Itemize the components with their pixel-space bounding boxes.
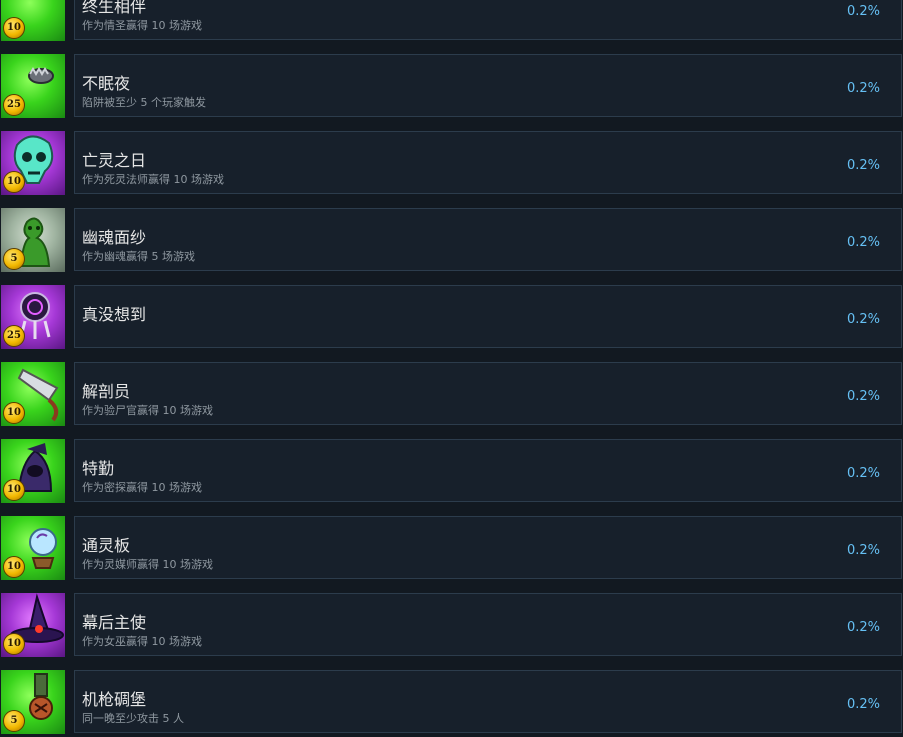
achievement-row[interactable]: 25 不眠夜 陷阱被至少 5 个玩家触发 0.2% xyxy=(0,54,903,118)
points-badge: 5 xyxy=(3,710,25,732)
achievement-description: 作为死灵法师赢得 10 场游戏 xyxy=(82,173,224,186)
unlock-percent: 0.2% xyxy=(846,81,880,96)
achievement-row[interactable]: 10 特勤 作为密探赢得 10 场游戏 0.2% xyxy=(0,439,903,503)
points-badge: 10 xyxy=(3,17,25,39)
achievement-row[interactable]: 5 机枪碉堡 同一晚至少攻击 5 人 0.2% xyxy=(0,670,903,734)
unlock-percent: 0.2% xyxy=(846,235,880,250)
achievement-card: 终生相伴 作为情圣赢得 10 场游戏 0.2% xyxy=(74,0,902,40)
unlock-percent: 0.2% xyxy=(846,4,880,19)
points-badge: 10 xyxy=(3,402,25,424)
achievement-card: 不眠夜 陷阱被至少 5 个玩家触发 0.2% xyxy=(74,54,902,117)
points-badge: 25 xyxy=(3,325,25,347)
achievement-icon: 10 xyxy=(1,439,65,503)
achievement-row[interactable]: 10 亡灵之日 作为死灵法师赢得 10 场游戏 0.2% xyxy=(0,131,903,195)
achievement-icon: 5 xyxy=(1,670,65,734)
achievement-description: 作为验尸官赢得 10 场游戏 xyxy=(82,404,213,417)
achievement-card: 通灵板 作为灵媒师赢得 10 场游戏 0.2% xyxy=(74,516,902,579)
points-badge: 10 xyxy=(3,479,25,501)
unlock-percent: 0.2% xyxy=(846,697,880,712)
achievement-card: 真没想到 0.2% xyxy=(74,285,902,348)
achievement-description: 作为情圣赢得 10 场游戏 xyxy=(82,19,202,32)
points-badge: 10 xyxy=(3,556,25,578)
achievement-row[interactable]: 10 终生相伴 作为情圣赢得 10 场游戏 0.2% xyxy=(0,0,903,41)
achievement-description: 同一晚至少攻击 5 人 xyxy=(82,712,184,725)
unlock-percent: 0.2% xyxy=(846,158,880,173)
achievement-icon: 25 xyxy=(1,285,65,349)
unlock-percent: 0.2% xyxy=(846,312,880,327)
points-badge: 10 xyxy=(3,633,25,655)
achievement-title: 真没想到 xyxy=(82,305,147,324)
achievement-description: 作为密探赢得 10 场游戏 xyxy=(82,481,202,494)
unlock-percent: 0.2% xyxy=(846,543,880,558)
achievement-card: 解剖员 作为验尸官赢得 10 场游戏 0.2% xyxy=(74,362,902,425)
achievement-card: 幕后主使 作为女巫赢得 10 场游戏 0.2% xyxy=(74,593,902,656)
achievement-description: 作为灵媒师赢得 10 场游戏 xyxy=(82,558,213,571)
achievement-title: 机枪碉堡 xyxy=(82,690,147,709)
achievement-row[interactable]: 10 解剖员 作为验尸官赢得 10 场游戏 0.2% xyxy=(0,362,903,426)
achievement-card: 特勤 作为密探赢得 10 场游戏 0.2% xyxy=(74,439,902,502)
achievement-list: 10 终生相伴 作为情圣赢得 10 场游戏 0.2% 25 不眠夜 陷阱被至少 … xyxy=(0,0,903,737)
unlock-percent: 0.2% xyxy=(846,466,880,481)
achievement-title: 解剖员 xyxy=(82,382,131,401)
achievement-title: 通灵板 xyxy=(82,536,131,555)
achievement-card: 亡灵之日 作为死灵法师赢得 10 场游戏 0.2% xyxy=(74,131,902,194)
achievement-description: 作为女巫赢得 10 场游戏 xyxy=(82,635,202,648)
unlock-percent: 0.2% xyxy=(846,389,880,404)
unlock-percent: 0.2% xyxy=(846,620,880,635)
achievement-title: 特勤 xyxy=(82,459,115,478)
achievement-card: 幽魂面纱 作为幽魂赢得 5 场游戏 0.2% xyxy=(74,208,902,271)
achievement-row[interactable]: 5 幽魂面纱 作为幽魂赢得 5 场游戏 0.2% xyxy=(0,208,903,272)
points-badge: 5 xyxy=(3,248,25,270)
achievement-row[interactable]: 10 通灵板 作为灵媒师赢得 10 场游戏 0.2% xyxy=(0,516,903,580)
achievement-icon: 10 xyxy=(1,0,65,41)
points-badge: 10 xyxy=(3,171,25,193)
achievement-title: 不眠夜 xyxy=(82,74,131,93)
achievement-title: 幕后主使 xyxy=(82,613,147,632)
achievement-row[interactable]: 10 幕后主使 作为女巫赢得 10 场游戏 0.2% xyxy=(0,593,903,657)
achievement-description: 陷阱被至少 5 个玩家触发 xyxy=(82,96,206,109)
achievement-icon: 10 xyxy=(1,593,65,657)
achievement-title: 终生相伴 xyxy=(82,0,147,16)
points-badge: 25 xyxy=(3,94,25,116)
achievement-title: 幽魂面纱 xyxy=(82,228,147,247)
achievement-icon: 5 xyxy=(1,208,65,272)
achievement-icon: 10 xyxy=(1,362,65,426)
achievement-card: 机枪碉堡 同一晚至少攻击 5 人 0.2% xyxy=(74,670,902,733)
achievement-icon: 10 xyxy=(1,516,65,580)
achievement-icon: 10 xyxy=(1,131,65,195)
achievement-row[interactable]: 25 真没想到 0.2% xyxy=(0,285,903,349)
achievement-title: 亡灵之日 xyxy=(82,151,147,170)
achievement-description: 作为幽魂赢得 5 场游戏 xyxy=(82,250,195,263)
achievement-icon: 25 xyxy=(1,54,65,118)
